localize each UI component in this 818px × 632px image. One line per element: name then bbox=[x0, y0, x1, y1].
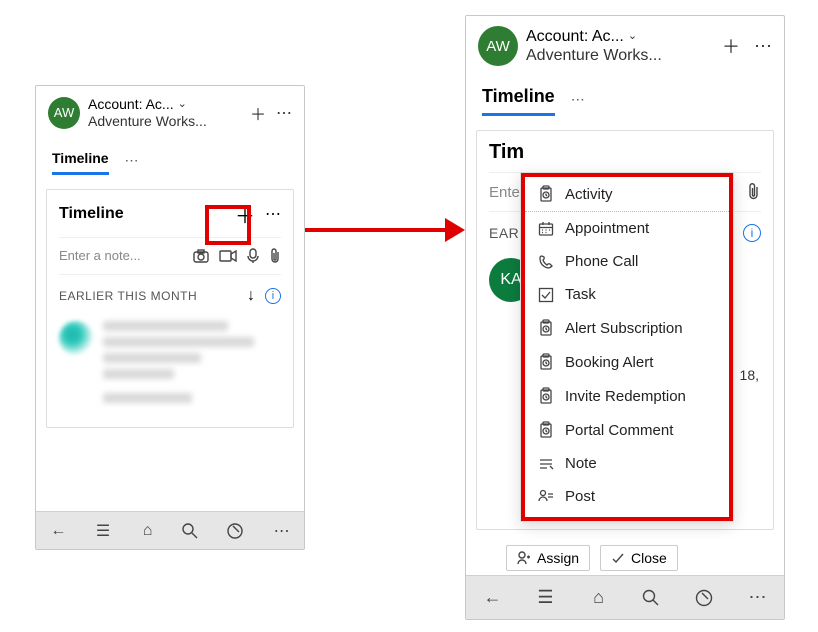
header: AW Account: Ac... ⌄ Adventure Works... ＋… bbox=[36, 86, 304, 140]
header-title: Account: Ac... bbox=[88, 96, 174, 113]
timeline-item-blurred bbox=[59, 313, 281, 417]
menu-item-post[interactable]: Post bbox=[525, 480, 729, 513]
menu-item-label: Activity bbox=[565, 186, 613, 203]
close-label: Close bbox=[631, 550, 667, 566]
assign-button[interactable]: Assign bbox=[506, 545, 590, 571]
menu-item-label: Booking Alert bbox=[565, 354, 653, 371]
note-icon bbox=[537, 457, 555, 471]
menu-item-label: Post bbox=[565, 488, 595, 505]
note-input[interactable]: Enter a note... bbox=[59, 248, 193, 263]
menu-item-label: Portal Comment bbox=[565, 422, 673, 439]
tab-timeline[interactable]: Timeline bbox=[52, 146, 109, 175]
nav-search-icon[interactable] bbox=[182, 523, 202, 539]
close-button[interactable]: Close bbox=[600, 545, 678, 571]
nav-menu-icon[interactable]: ☰ bbox=[536, 587, 556, 608]
menu-item-portal-comment[interactable]: Portal Comment bbox=[525, 413, 729, 447]
blurred-avatar bbox=[59, 321, 93, 355]
menu-item-label: Note bbox=[565, 455, 597, 472]
nav-search-icon[interactable] bbox=[642, 589, 662, 607]
mic-icon[interactable] bbox=[247, 248, 259, 264]
tab-more-icon[interactable]: ⋯ bbox=[125, 152, 140, 169]
sort-down-icon[interactable]: ↓ bbox=[247, 287, 255, 305]
header-text-block: Account: Ac... ⌄ Adventure Works... bbox=[526, 27, 714, 65]
timeline-add-menu: Activity Appointment Phone Call Task Alert S… bbox=[520, 172, 734, 522]
menu-item-task[interactable]: Task bbox=[525, 278, 729, 311]
timeline-more-icon[interactable]: ⋯ bbox=[265, 204, 281, 224]
account-avatar[interactable]: AW bbox=[48, 97, 80, 129]
bottom-nav: ← ☰ ⌂ ⋯ bbox=[466, 575, 784, 619]
nav-back-icon[interactable]: ← bbox=[483, 587, 503, 608]
header-subtitle: Adventure Works... bbox=[88, 113, 242, 130]
timeline-card: Timeline ＋ ⋯ Enter a note... EARLIER THI… bbox=[46, 189, 294, 428]
nav-task-icon[interactable] bbox=[695, 589, 715, 607]
menu-item-label: Appointment bbox=[565, 220, 649, 237]
add-icon[interactable]: ＋ bbox=[722, 33, 740, 59]
chevron-down-icon[interactable]: ⌄ bbox=[628, 30, 637, 43]
clipboard-icon bbox=[537, 319, 555, 337]
card-title-truncated: Tim bbox=[489, 141, 524, 164]
clipboard-icon bbox=[537, 387, 555, 405]
tab-more-icon[interactable]: ⋯ bbox=[571, 91, 586, 108]
phone-icon bbox=[537, 254, 555, 270]
bottom-nav: ← ☰ ⌂ ⋯ bbox=[36, 511, 304, 549]
menu-item-phone-call[interactable]: Phone Call bbox=[525, 245, 729, 278]
calendar-icon bbox=[537, 221, 555, 237]
menu-item-booking-alert[interactable]: Booking Alert bbox=[525, 345, 729, 379]
nav-menu-icon[interactable]: ☰ bbox=[93, 521, 113, 541]
clipboard-icon bbox=[537, 353, 555, 371]
card-title: Timeline bbox=[59, 205, 124, 223]
menu-item-note[interactable]: Note bbox=[525, 447, 729, 480]
nav-home-icon[interactable]: ⌂ bbox=[589, 587, 609, 608]
nav-back-icon[interactable]: ← bbox=[48, 522, 68, 540]
menu-item-label: Phone Call bbox=[565, 253, 638, 270]
menu-item-activity[interactable]: Activity bbox=[525, 177, 729, 212]
attach-icon[interactable] bbox=[747, 183, 761, 201]
header: AW Account: Ac... ⌄ Adventure Works... ＋… bbox=[466, 16, 784, 76]
menu-item-label: Alert Subscription bbox=[565, 320, 683, 337]
phone-left: AW Account: Ac... ⌄ Adventure Works... ＋… bbox=[35, 85, 305, 550]
video-icon[interactable] bbox=[219, 250, 237, 262]
info-icon[interactable]: i bbox=[265, 288, 281, 304]
menu-item-label: Invite Redemption bbox=[565, 388, 686, 405]
tab-strip: Timeline ⋯ bbox=[466, 76, 784, 116]
nav-more-icon[interactable]: ⋯ bbox=[748, 587, 768, 608]
check-icon bbox=[537, 287, 555, 303]
earlier-label: EARLIER THIS MONTH bbox=[59, 289, 197, 303]
header-text-block: Account: Ac... ⌄ Adventure Works... bbox=[88, 96, 242, 130]
nav-home-icon[interactable]: ⌂ bbox=[138, 522, 158, 540]
account-avatar[interactable]: AW bbox=[478, 26, 518, 66]
arrow-annotation bbox=[305, 225, 465, 235]
more-icon[interactable]: ⋯ bbox=[276, 103, 292, 123]
date-fragment: 18, bbox=[740, 367, 759, 383]
nav-task-icon[interactable] bbox=[227, 523, 247, 539]
more-icon[interactable]: ⋯ bbox=[754, 36, 772, 57]
header-title: Account: Ac... bbox=[526, 27, 624, 46]
clipboard-icon bbox=[537, 421, 555, 439]
highlight-plus-button bbox=[205, 205, 251, 245]
tab-timeline[interactable]: Timeline bbox=[482, 82, 555, 116]
camera-icon[interactable] bbox=[193, 249, 209, 263]
chevron-down-icon[interactable]: ⌄ bbox=[178, 98, 187, 111]
menu-item-appointment[interactable]: Appointment bbox=[525, 212, 729, 245]
tab-strip: Timeline ⋯ bbox=[36, 140, 304, 175]
header-subtitle: Adventure Works... bbox=[526, 46, 714, 65]
earlier-label-truncated: EAR bbox=[489, 225, 519, 241]
attach-icon[interactable] bbox=[269, 248, 281, 264]
post-icon bbox=[537, 489, 555, 505]
add-icon[interactable]: ＋ bbox=[250, 101, 266, 125]
menu-item-label: Task bbox=[565, 286, 596, 303]
clipboard-icon bbox=[537, 185, 555, 203]
assign-label: Assign bbox=[537, 550, 579, 566]
menu-item-invite-redemption[interactable]: Invite Redemption bbox=[525, 379, 729, 413]
info-icon[interactable]: i bbox=[743, 224, 761, 242]
menu-item-alert-subscription[interactable]: Alert Subscription bbox=[525, 311, 729, 345]
nav-more-icon[interactable]: ⋯ bbox=[272, 521, 292, 541]
